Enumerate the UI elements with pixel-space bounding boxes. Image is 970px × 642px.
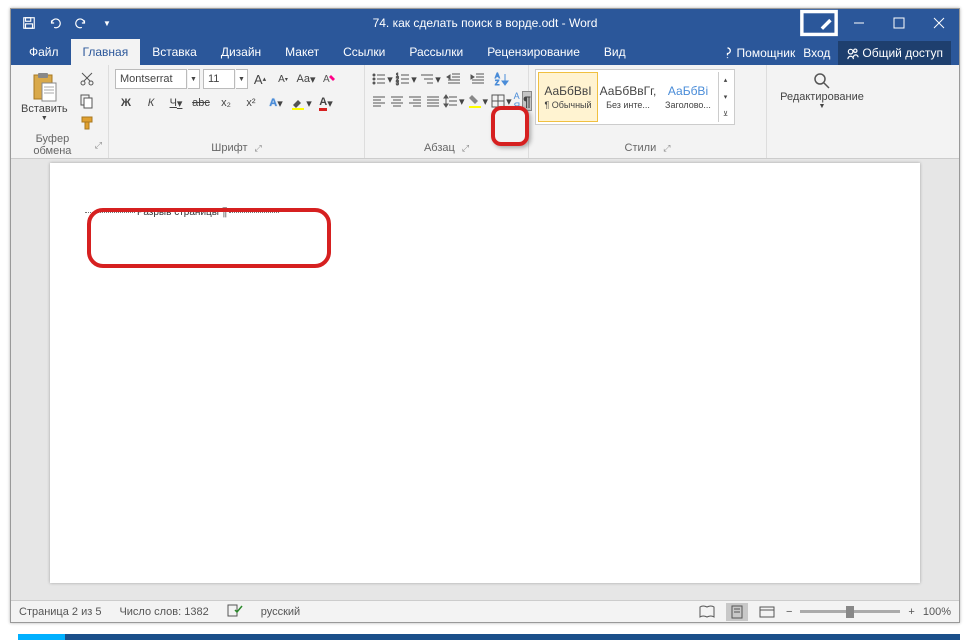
shrink-font-icon[interactable]: A▾ — [272, 69, 294, 89]
tell-me[interactable]: Помощник — [721, 46, 796, 60]
strikethrough-button[interactable]: abc — [190, 93, 212, 113]
titlebar: ▼ 74. как сделать поиск в ворде.odt - Wo… — [11, 9, 959, 37]
zoom-out-button[interactable]: − — [786, 606, 792, 618]
styles-expand[interactable]: ⊻ — [719, 105, 732, 122]
tab-mailings[interactable]: Рассылки — [397, 39, 475, 65]
align-center-icon[interactable] — [389, 91, 405, 111]
status-language[interactable]: русский — [261, 606, 300, 618]
sign-in[interactable]: Вход — [803, 46, 830, 60]
status-page[interactable]: Страница 2 из 5 — [19, 606, 101, 618]
text-effects-icon[interactable]: A▾ — [265, 93, 287, 113]
clear-format-icon[interactable]: A — [318, 69, 340, 89]
group-font: Montserrat▼ 11▼ A▴ A▾ Aa▾ A Ж К Ч▾ abc x… — [109, 65, 365, 158]
font-color-icon[interactable]: A▾ — [315, 93, 337, 113]
align-left-icon[interactable] — [371, 91, 387, 111]
shading-icon[interactable]: ▾ — [467, 91, 489, 111]
sort-icon[interactable]: AZ — [491, 69, 513, 89]
style-heading1[interactable]: АаБбВі Заголово... — [658, 72, 718, 122]
word-window: ▼ 74. как сделать поиск в ворде.odt - Wo… — [10, 8, 960, 623]
window-controls — [799, 9, 959, 37]
annotation-highlight-2 — [491, 106, 529, 146]
decrease-indent-icon[interactable] — [443, 69, 465, 89]
style-normal[interactable]: АаБбВвІ ¶ Обычный — [538, 72, 598, 122]
clipboard-launcher-icon[interactable]: ⤢ — [95, 140, 102, 151]
print-layout-icon[interactable] — [726, 603, 748, 621]
save-icon[interactable] — [17, 12, 41, 34]
svg-text:3: 3 — [396, 81, 399, 87]
paragraph-launcher-icon[interactable]: ⤢ — [462, 143, 469, 154]
format-painter-icon[interactable] — [76, 113, 98, 133]
zoom-slider[interactable] — [800, 610, 900, 613]
tab-references[interactable]: Ссылки — [331, 39, 397, 65]
bullets-icon[interactable]: ▾ — [371, 69, 393, 89]
font-launcher-icon[interactable]: ⤢ — [255, 143, 262, 154]
subscript-button[interactable]: x₂ — [215, 93, 237, 113]
font-name-dropdown[interactable]: ▼ — [188, 69, 200, 89]
font-name-input[interactable]: Montserrat — [115, 69, 187, 89]
close-button[interactable] — [919, 9, 959, 37]
styles-scroll-down[interactable]: ▾ — [719, 89, 732, 106]
styles-scroll-up[interactable]: ▴ — [719, 72, 732, 89]
svg-text:Z: Z — [495, 80, 500, 87]
annotation-highlight-1 — [87, 208, 331, 268]
italic-button[interactable]: К — [140, 93, 162, 113]
redo-icon[interactable] — [69, 12, 93, 34]
tab-layout[interactable]: Макет — [273, 39, 331, 65]
font-size-input[interactable]: 11 — [203, 69, 235, 89]
tab-review[interactable]: Рецензирование — [475, 39, 592, 65]
cut-icon[interactable] — [76, 69, 98, 89]
line-spacing-icon[interactable]: ▾ — [443, 91, 465, 111]
tab-insert[interactable]: Вставка — [140, 39, 209, 65]
group-editing: Редактирование ▼ — [767, 65, 877, 158]
ribbon-display-icon[interactable] — [799, 9, 839, 37]
status-words[interactable]: Число слов: 1382 — [119, 606, 208, 618]
zoom-level[interactable]: 100% — [923, 606, 951, 618]
superscript-button[interactable]: x² — [240, 93, 262, 113]
group-styles: АаБбВвІ ¶ Обычный АаБбВвГг, Без инте... … — [529, 65, 767, 158]
web-layout-icon[interactable] — [756, 603, 778, 621]
status-spellcheck-icon[interactable] — [227, 603, 243, 620]
tab-file[interactable]: Файл — [17, 39, 71, 65]
multilevel-icon[interactable]: ▾ — [419, 69, 441, 89]
change-case-icon[interactable]: Aa▾ — [295, 69, 317, 89]
copy-icon[interactable] — [76, 91, 98, 111]
quick-access-toolbar: ▼ — [11, 12, 119, 34]
minimize-button[interactable] — [839, 9, 879, 37]
justify-icon[interactable] — [425, 91, 441, 111]
increase-indent-icon[interactable] — [467, 69, 489, 89]
grow-font-icon[interactable]: A▴ — [249, 69, 271, 89]
styles-launcher-icon[interactable]: ⤢ — [663, 143, 670, 154]
tab-view[interactable]: Вид — [592, 39, 638, 65]
style-no-spacing[interactable]: АаБбВвГг, Без инте... — [598, 72, 658, 122]
ribbon: Вставить ▼ Буфер обмена⤢ Montserrat▼ 11▼ — [11, 65, 959, 159]
maximize-button[interactable] — [879, 9, 919, 37]
qat-dropdown-icon[interactable]: ▼ — [95, 12, 119, 34]
share-button[interactable]: Общий доступ — [838, 41, 951, 65]
tab-home[interactable]: Главная — [71, 39, 141, 65]
svg-text:A: A — [495, 73, 500, 80]
font-size-dropdown[interactable]: ▼ — [236, 69, 248, 89]
highlight-icon[interactable]: ▾ — [290, 93, 312, 113]
styles-gallery: АаБбВвІ ¶ Обычный АаБбВвГг, Без инте... … — [535, 69, 735, 125]
bold-button[interactable]: Ж — [115, 93, 137, 113]
editing-button[interactable]: Редактирование ▼ — [776, 69, 868, 112]
taskbar-strip — [18, 634, 960, 640]
tab-design[interactable]: Дизайн — [209, 39, 273, 65]
svg-text:A: A — [323, 74, 330, 85]
underline-button[interactable]: Ч▾ — [165, 93, 187, 113]
read-mode-icon[interactable] — [696, 603, 718, 621]
align-right-icon[interactable] — [407, 91, 423, 111]
document-title: 74. как сделать поиск в ворде.odt - Word — [373, 16, 598, 30]
numbering-icon[interactable]: 123▾ — [395, 69, 417, 89]
undo-icon[interactable] — [43, 12, 67, 34]
group-clipboard: Вставить ▼ Буфер обмена⤢ — [11, 65, 109, 158]
zoom-in-button[interactable]: + — [908, 606, 914, 618]
paste-button[interactable]: Вставить ▼ — [17, 69, 72, 124]
statusbar: Страница 2 из 5 Число слов: 1382 русский… — [11, 600, 959, 622]
